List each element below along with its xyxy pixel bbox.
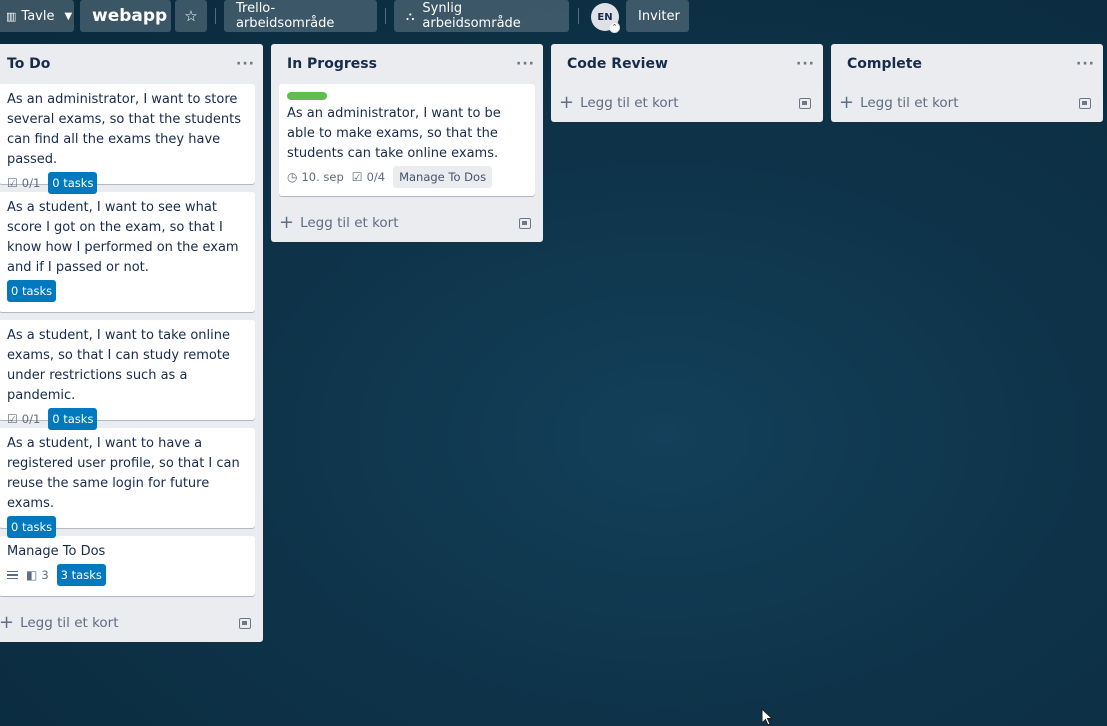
board-view-label: Tavle xyxy=(21,8,55,24)
avatar-initials: EN xyxy=(597,11,613,23)
plus-icon: + xyxy=(279,212,295,233)
divider xyxy=(385,8,386,24)
list-header: Code Review ··· xyxy=(551,44,823,84)
list-menu-icon[interactable]: ··· xyxy=(236,56,255,72)
card-template-icon[interactable] xyxy=(1079,97,1091,109)
board-header: ▥ Tavle ▼ webapp ☆ Trello-arbeidsområde … xyxy=(0,0,1107,34)
card-title: As a student, I want to see what score I… xyxy=(7,200,239,275)
list-title[interactable]: To Do xyxy=(7,56,50,72)
star-button[interactable]: ☆ xyxy=(175,0,207,32)
visibility-button[interactable]: ⛬ Synlig arbeidsområde xyxy=(394,0,569,32)
card-title: Manage To Dos xyxy=(7,544,106,559)
card-label-green[interactable] xyxy=(287,92,327,100)
checklist-count: 0/1 xyxy=(21,412,41,426)
tasks-badge: 0 tasks xyxy=(48,408,98,430)
workspace-button[interactable]: Trello-arbeidsområde xyxy=(224,0,377,32)
add-card-row: + Legg til et kort xyxy=(831,84,1103,122)
checklist-badge: ☑ 0/4 xyxy=(352,166,385,188)
add-card-row: + Legg til et kort xyxy=(551,84,823,122)
checklist-badge: ☑ 0/1 xyxy=(7,172,40,194)
card[interactable]: As an administrator, I want to be able t… xyxy=(279,84,535,196)
list-menu-icon[interactable]: ··· xyxy=(796,56,815,72)
card[interactable]: As a student, I want to see what score I… xyxy=(0,192,255,312)
tasks-badge: 0 tasks xyxy=(7,280,57,302)
list-header: Complete ··· xyxy=(831,44,1103,84)
card-title: As a student, I want to take online exam… xyxy=(7,328,230,403)
description-badge xyxy=(7,564,18,586)
clock-icon: ◷ xyxy=(287,170,298,184)
description-icon xyxy=(7,569,18,582)
checklist-icon: ☑ xyxy=(7,176,18,190)
board-icon: ◧ xyxy=(26,568,38,582)
add-card-label: Legg til et kort xyxy=(300,215,399,231)
card-title: As an administrator, I want to be able t… xyxy=(287,106,501,161)
add-card-button[interactable]: + Legg til et kort xyxy=(0,614,119,632)
card-title: As a student, I want to have a registere… xyxy=(7,436,240,511)
due-date-badge[interactable]: ◷ 10. sep xyxy=(287,166,344,188)
admin-badge-icon: ⌃ xyxy=(609,22,620,33)
trello-count: 3 xyxy=(41,568,49,582)
tasks-badge: 0 tasks xyxy=(48,172,98,194)
list-title[interactable]: Complete xyxy=(847,56,922,72)
card-title: As an administrator, I want to store sev… xyxy=(7,92,241,167)
add-card-row: + Legg til et kort xyxy=(271,204,543,242)
visibility-label: Synlig arbeidsområde xyxy=(422,1,521,31)
due-date: 10. sep xyxy=(301,170,344,184)
add-card-label: Legg til et kort xyxy=(20,615,119,631)
list-header: To Do ··· xyxy=(0,44,263,84)
list-title[interactable]: Code Review xyxy=(567,56,668,72)
card-template-icon[interactable] xyxy=(799,97,811,109)
parent-card-badge[interactable]: Manage To Dos xyxy=(393,166,493,188)
checklist-icon: ☑ xyxy=(7,412,18,426)
trello-count-badge: ◧ 3 xyxy=(26,564,49,586)
card[interactable]: Manage To Dos ◧ 3 3 tasks xyxy=(0,536,255,596)
mouse-cursor-icon xyxy=(761,708,773,726)
tasks-badge: 0 tasks xyxy=(7,516,57,538)
checklist-badge: ☑ 0/1 xyxy=(7,408,40,430)
visibility-icon: ⛬ xyxy=(406,8,415,23)
card-template-icon[interactable] xyxy=(519,217,531,229)
divider xyxy=(215,8,216,24)
checklist-icon: ☑ xyxy=(351,170,363,184)
plus-icon: + xyxy=(559,92,575,113)
tasks-badge: 3 tasks xyxy=(56,564,106,586)
add-card-button[interactable]: + Legg til et kort xyxy=(279,214,399,232)
star-icon: ☆ xyxy=(184,7,198,25)
avatar[interactable]: EN ⌃ xyxy=(591,3,620,33)
list-menu-icon[interactable]: ··· xyxy=(516,56,535,72)
add-card-label: Legg til et kort xyxy=(580,95,679,111)
card[interactable]: As a student, I want to take online exam… xyxy=(0,320,255,430)
add-card-label: Legg til et kort xyxy=(860,95,959,111)
list-in-progress: In Progress ··· As an administrator, I w… xyxy=(271,44,543,242)
divider xyxy=(578,8,579,24)
add-card-row: + Legg til et kort xyxy=(0,604,263,642)
chevron-down-icon: ▼ xyxy=(64,10,73,22)
add-card-button[interactable]: + Legg til et kort xyxy=(839,94,959,112)
list-title[interactable]: In Progress xyxy=(287,56,377,72)
list-header: In Progress ··· xyxy=(271,44,543,84)
add-card-button[interactable]: + Legg til et kort xyxy=(559,94,679,112)
list-code-review: Code Review ··· + Legg til et kort xyxy=(551,44,823,122)
board-view-icon: ▥ xyxy=(6,9,17,23)
list-complete: Complete ··· + Legg til et kort xyxy=(831,44,1103,122)
card[interactable]: As an administrator, I want to store sev… xyxy=(0,84,255,194)
list-todo: To Do ··· As an administrator, I want to… xyxy=(0,44,263,642)
list-menu-icon[interactable]: ··· xyxy=(1076,56,1095,72)
checklist-count: 0/1 xyxy=(21,176,41,190)
plus-icon: + xyxy=(839,92,855,113)
card[interactable]: As a student, I want to have a registere… xyxy=(0,428,255,538)
invite-button[interactable]: Inviter xyxy=(626,0,689,32)
card-template-icon[interactable] xyxy=(239,617,251,629)
board-name[interactable]: webapp xyxy=(80,0,171,32)
plus-icon: + xyxy=(0,612,15,633)
board-view-switcher[interactable]: ▥ Tavle ▼ xyxy=(0,0,74,32)
checklist-count: 0/4 xyxy=(366,170,386,184)
